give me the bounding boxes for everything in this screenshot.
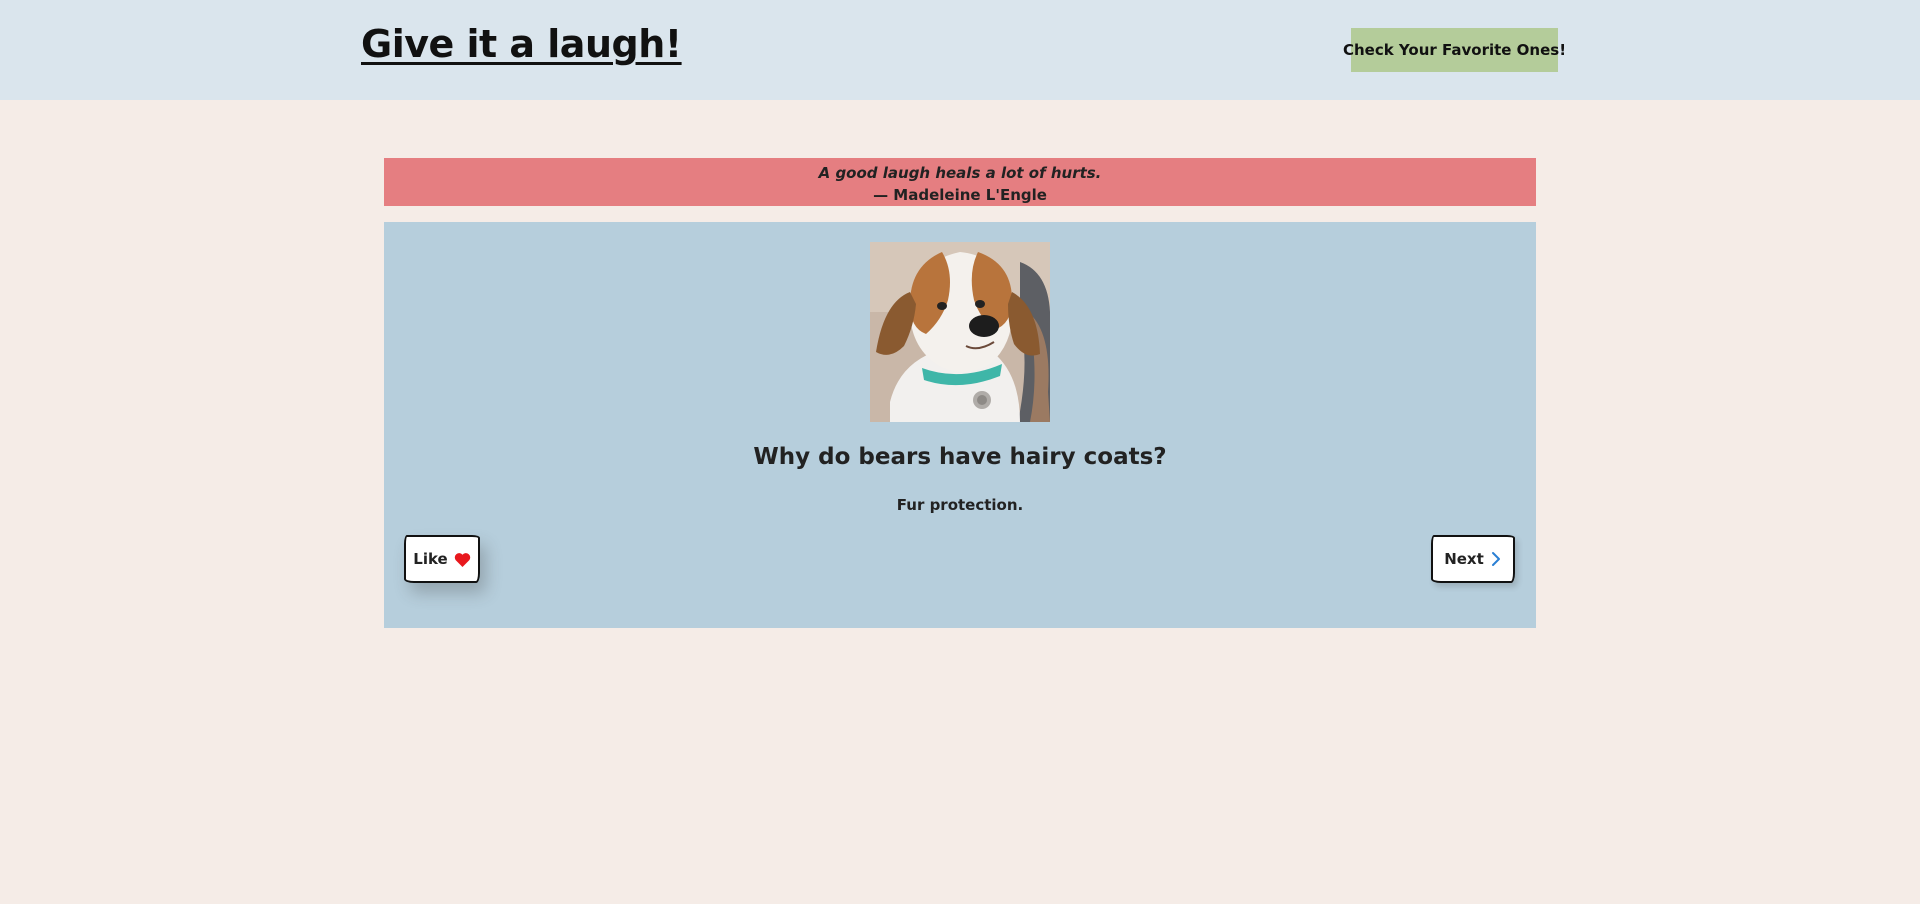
next-label: Next bbox=[1444, 550, 1484, 568]
joke-question: Why do bears have hairy coats? bbox=[753, 444, 1167, 470]
chevron-right-icon bbox=[1490, 551, 1502, 567]
quote-banner: A good laugh heals a lot of hurts. — Mad… bbox=[384, 158, 1536, 206]
like-button[interactable]: Like bbox=[404, 535, 480, 583]
heart-icon bbox=[454, 552, 471, 567]
site-header: Give it a laugh! Check Your Favorite One… bbox=[0, 0, 1920, 100]
quote-author: — Madeleine L'Engle bbox=[873, 186, 1047, 204]
like-label: Like bbox=[413, 550, 448, 568]
next-button[interactable]: Next bbox=[1431, 535, 1515, 583]
joke-answer: Fur protection. bbox=[896, 496, 1024, 514]
dog-photo bbox=[870, 242, 1050, 422]
favorites-button[interactable]: Check Your Favorite Ones! bbox=[1343, 28, 1566, 72]
joke-card: Why do bears have hairy coats? Fur prote… bbox=[384, 222, 1536, 628]
site-title[interactable]: Give it a laugh! bbox=[361, 22, 682, 66]
quote-text: A good laugh heals a lot of hurts. bbox=[818, 164, 1102, 182]
